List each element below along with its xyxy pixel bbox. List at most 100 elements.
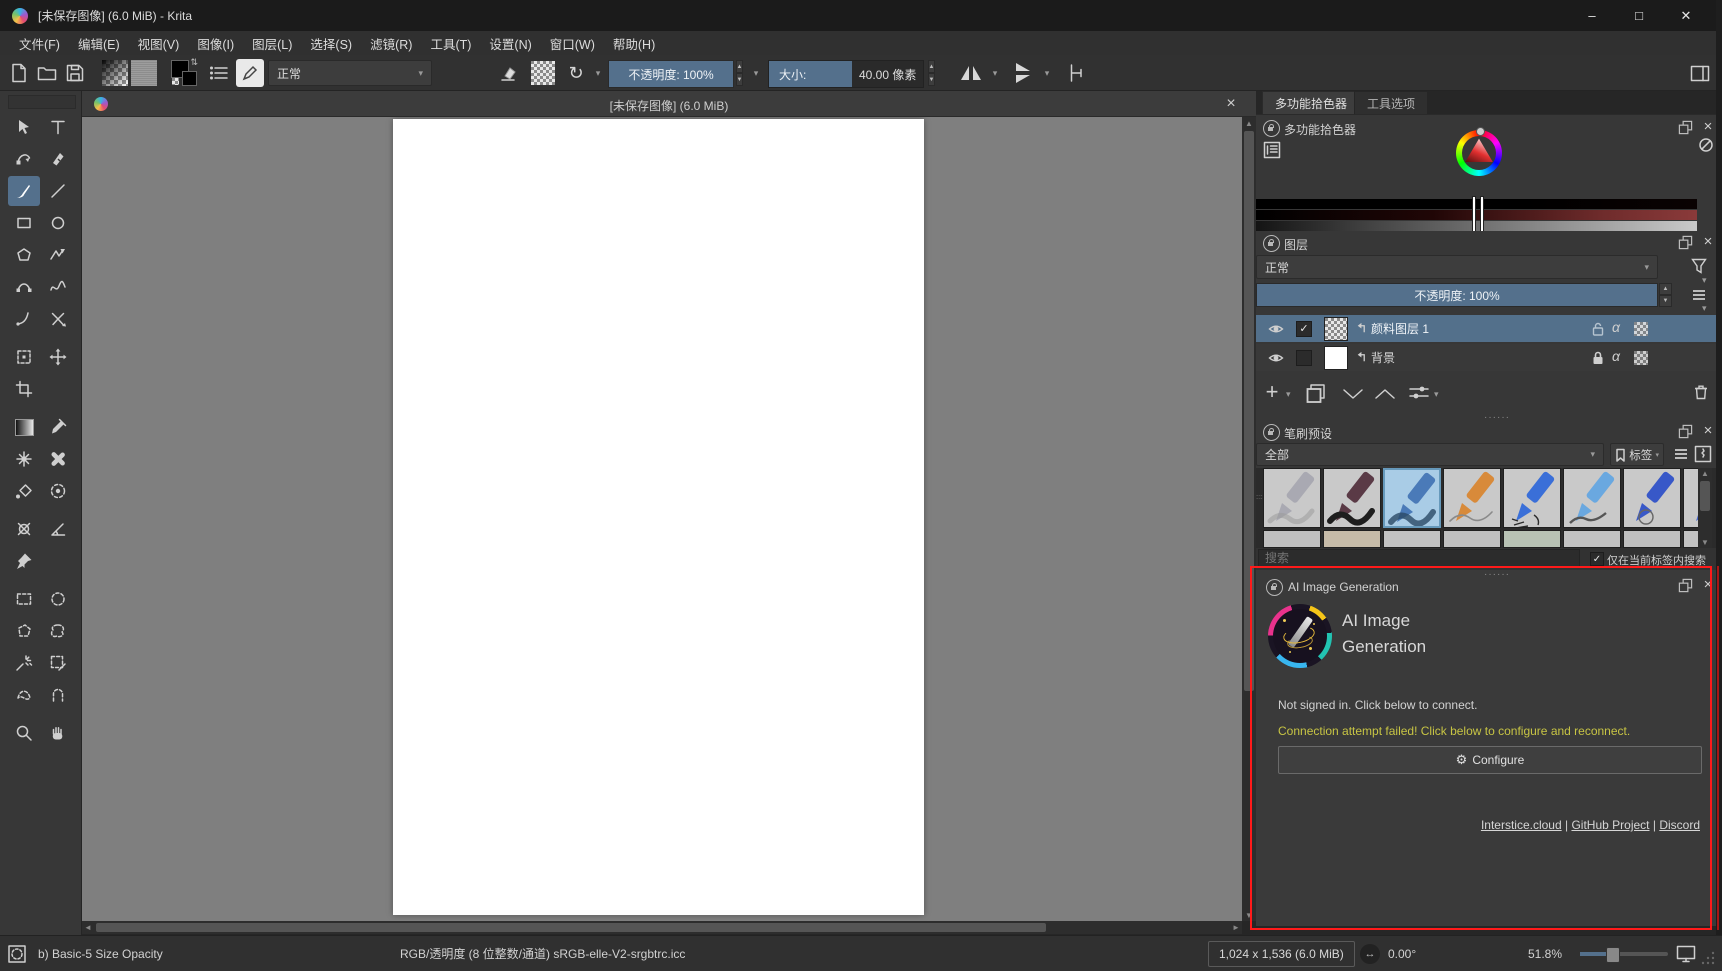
brush-preset[interactable] <box>1323 468 1381 528</box>
canvas-close-icon[interactable]: × <box>1220 93 1242 115</box>
layer-row-paint-layer[interactable]: ✓ 颜料图层 1 α <box>1256 315 1716 342</box>
chevron-down-icon[interactable]: ▾ <box>1434 389 1439 400</box>
layer-visible-icon[interactable] <box>1268 321 1284 337</box>
lock-docker-icon[interactable] <box>1266 579 1283 596</box>
tool-contiguous-select[interactable] <box>8 648 40 678</box>
tool-edit-shapes[interactable] <box>8 143 40 173</box>
tool-text[interactable] <box>42 112 74 142</box>
float-docker-icon[interactable] <box>1678 578 1693 593</box>
tool-ellipse-select[interactable] <box>42 584 74 614</box>
menu-tools[interactable]: 工具(T) <box>421 31 480 55</box>
close-docker-icon[interactable]: × <box>1699 232 1717 250</box>
preserve-alpha-icon[interactable] <box>531 61 555 85</box>
size-spinner[interactable]: ▲▼ <box>925 60 938 86</box>
layer-alpha-icon[interactable]: α <box>1612 348 1620 364</box>
layer-row-background[interactable]: 背景 α <box>1256 344 1716 371</box>
colorspace-info[interactable]: RGB/透明度 (8 位整数/通道) sRGB-elle-V2-srgbtrc.… <box>400 945 685 962</box>
scroll-up-icon[interactable]: ▲ <box>1698 468 1712 479</box>
tool-dynamic-brush[interactable] <box>8 304 40 334</box>
canvas-subwindow-titlebar[interactable]: [未保存图像] (6.0 MiB) × <box>82 91 1256 117</box>
preset-grid-scrollbar[interactable]: ▲ ▼ <box>1698 468 1712 548</box>
color-strip-2[interactable] <box>1256 210 1697 220</box>
search-input[interactable] <box>1258 549 1580 567</box>
tool-freehand-brush[interactable] <box>8 176 40 206</box>
layer-opacity-spinner[interactable]: ▲▼ <box>1659 283 1672 307</box>
brush-filter-dropdown[interactable]: 全部▾ <box>1256 443 1604 466</box>
tool-calligraphy[interactable] <box>42 143 74 173</box>
mirror-vertical-icon[interactable] <box>1008 59 1038 87</box>
tool-enclose-and-fill[interactable] <box>42 476 74 506</box>
reload-preset-icon[interactable]: ↻ <box>563 59 589 87</box>
tool-color-sampler[interactable] <box>42 412 74 442</box>
gradient-chooser[interactable] <box>102 60 128 86</box>
strip-handle[interactable] <box>1481 197 1483 233</box>
tool-ellipse[interactable] <box>42 208 74 238</box>
scroll-down-icon[interactable]: ▼ <box>1242 909 1256 921</box>
hscroll-thumb[interactable] <box>96 923 1046 932</box>
canvas-viewport[interactable] <box>82 117 1242 921</box>
tool-similar-color-select[interactable] <box>42 648 74 678</box>
menu-settings[interactable]: 设置(N) <box>480 31 540 55</box>
tool-move[interactable] <box>42 342 74 372</box>
maximize-button[interactable]: □ <box>1617 0 1661 31</box>
selection-mode-icon[interactable] <box>8 945 26 963</box>
canvas-hscrollbar[interactable]: ◄ ► <box>82 921 1242 934</box>
lock-docker-icon[interactable] <box>1263 120 1280 137</box>
float-docker-icon[interactable] <box>1678 235 1693 250</box>
tool-transform[interactable] <box>8 342 40 372</box>
link-interstice-cloud[interactable]: Interstice.cloud <box>1481 818 1562 832</box>
tool-reference-images[interactable] <box>8 546 40 576</box>
tool-smart-patch[interactable] <box>42 444 74 474</box>
workspace-chooser-icon[interactable] <box>1686 59 1714 87</box>
canvas-page[interactable] <box>393 119 924 915</box>
tool-pan[interactable] <box>42 718 74 748</box>
layer-thumbnail[interactable] <box>1324 346 1348 370</box>
brush-preset-partial[interactable] <box>1563 530 1621 548</box>
lock-docker-icon[interactable] <box>1263 424 1280 441</box>
layer-inherit-alpha-icon[interactable] <box>1634 351 1648 365</box>
scroll-up-icon[interactable]: ▲ <box>1242 117 1256 129</box>
tool-polygon-select[interactable] <box>8 616 40 646</box>
edit-brush-settings-icon[interactable] <box>236 59 264 87</box>
menu-view[interactable]: 视图(V) <box>129 31 189 55</box>
layer-visible-icon[interactable] <box>1268 350 1284 366</box>
brush-preset[interactable] <box>1503 468 1561 528</box>
menu-file[interactable]: 文件(F) <box>10 31 69 55</box>
brush-option-list-icon[interactable] <box>206 59 232 87</box>
pattern-chooser[interactable] <box>131 60 157 86</box>
tool-gradient[interactable] <box>8 412 40 442</box>
chevron-down-icon[interactable]: ▾ <box>749 59 763 87</box>
scroll-right-icon[interactable]: ► <box>1230 921 1242 934</box>
splitter-handle[interactable] <box>1484 566 1510 580</box>
tool-line[interactable] <box>42 176 74 206</box>
layer-locked-icon[interactable] <box>1590 350 1606 366</box>
move-layer-down-button[interactable] <box>1342 387 1364 401</box>
chevron-down-icon[interactable]: ▾ <box>591 59 605 87</box>
menu-help[interactable]: 帮助(H) <box>604 31 664 55</box>
configure-button[interactable]: ⚙ Configure <box>1278 746 1702 774</box>
presets-menu-icon[interactable] <box>1672 445 1690 463</box>
search-in-tag-checkbox[interactable]: ✓ <box>1590 552 1604 566</box>
delete-layer-button[interactable] <box>1692 383 1710 401</box>
layer-inherit-alpha-icon[interactable] <box>1634 322 1648 336</box>
selector-settings-icon[interactable] <box>1263 141 1281 159</box>
chevron-down-icon[interactable]: ▾ <box>989 59 1001 87</box>
image-dimensions[interactable]: 1,024 x 1,536 (6.0 MiB) <box>1208 941 1355 967</box>
no-color-icon[interactable] <box>1698 137 1714 153</box>
brush-preset-partial[interactable] <box>1623 530 1681 548</box>
tool-measure[interactable] <box>42 514 74 544</box>
monitor-zoom-icon[interactable] <box>1676 945 1696 963</box>
vscroll-thumb[interactable] <box>1244 131 1254 691</box>
tool-multibrush[interactable] <box>42 304 74 334</box>
brush-preset[interactable] <box>1563 468 1621 528</box>
layer-opacity-slider[interactable]: 不透明度: 100% <box>1256 283 1658 307</box>
add-layer-button[interactable]: + <box>1260 379 1284 405</box>
layer-blend-mode-dropdown[interactable]: 正常▾ <box>1256 255 1658 279</box>
tool-select-shapes[interactable] <box>8 112 40 142</box>
chevron-down-icon[interactable]: ▾ <box>1041 59 1053 87</box>
rotation-value[interactable]: 0.00° <box>1388 947 1416 961</box>
menu-image[interactable]: 图像(I) <box>188 31 243 55</box>
eraser-mode-icon[interactable] <box>494 59 522 87</box>
tab-tool-options[interactable]: 工具选项 <box>1354 91 1428 114</box>
menu-edit[interactable]: 编辑(E) <box>69 31 129 55</box>
